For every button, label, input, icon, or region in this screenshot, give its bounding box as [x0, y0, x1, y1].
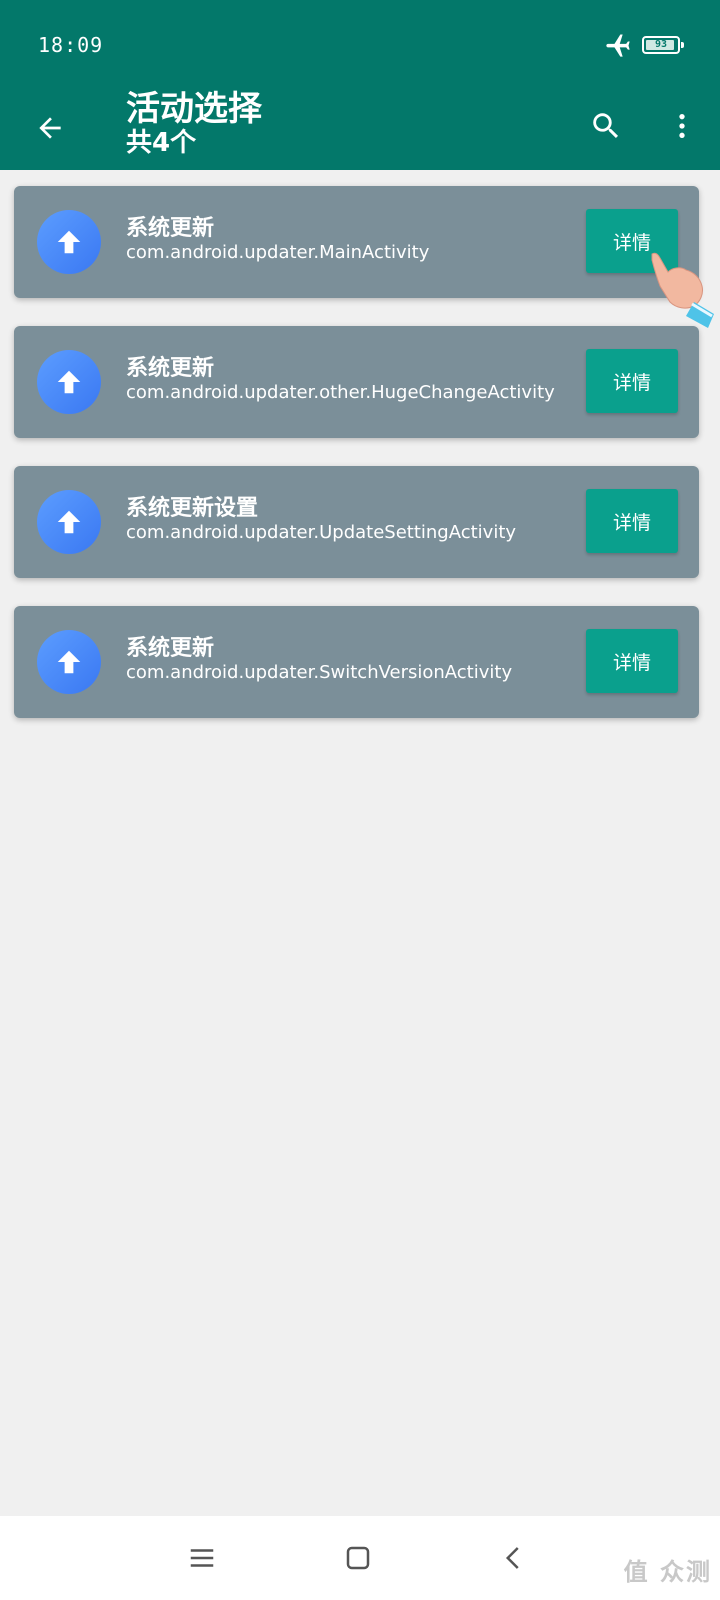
navigation-bar: 值 众测 [0, 1516, 720, 1600]
arrow-left-icon [39, 117, 61, 139]
back-chevron-icon [505, 1547, 519, 1569]
activity-card[interactable]: 系统更新 com.android.updater.MainActivity 详情 [14, 186, 699, 298]
nav-back-button[interactable] [486, 1530, 542, 1586]
pointing-hand-icon [651, 252, 714, 328]
page-title: 活动选择 [126, 89, 262, 129]
activity-card[interactable]: 系统更新 com.android.updater.other.HugeChang… [14, 326, 699, 438]
activity-component: com.android.updater.UpdateSettingActivit… [126, 522, 517, 543]
activity-text: 系统更新设置 com.android.updater.UpdateSetting… [126, 496, 566, 544]
menu-icon [190, 1549, 214, 1567]
activity-card[interactable]: 系统更新 com.android.updater.SwitchVersionAc… [14, 606, 699, 718]
battery-level: 93 [654, 39, 668, 50]
arrow-up-icon [57, 370, 81, 394]
app-bar: 活动选择 共4个 [0, 90, 720, 170]
activity-text: 系统更新 com.android.updater.MainActivity [126, 216, 566, 264]
activity-icon [37, 210, 101, 274]
home-button[interactable] [330, 1530, 386, 1586]
battery-icon: 93 [642, 36, 684, 54]
home-square-icon [346, 1546, 370, 1570]
details-button[interactable]: 详情 [586, 349, 678, 413]
activity-component: com.android.updater.MainActivity [126, 242, 430, 263]
activity-card[interactable]: 系统更新设置 com.android.updater.UpdateSetting… [14, 466, 699, 578]
activity-title: 系统更新 [126, 636, 215, 661]
menu-button[interactable] [174, 1530, 230, 1586]
activity-component: com.android.updater.other.HugeChangeActi… [126, 382, 555, 403]
title-group: 活动选择 共4个 [126, 90, 262, 158]
more-options-button[interactable] [654, 98, 710, 154]
arrow-up-icon [57, 650, 81, 674]
back-button[interactable] [22, 100, 78, 156]
more-vertical-icon [679, 114, 685, 138]
activity-title: 系统更新设置 [126, 496, 259, 521]
activity-title: 系统更新 [126, 216, 215, 241]
activity-title: 系统更新 [126, 356, 215, 381]
activity-icon [37, 630, 101, 694]
activity-text: 系统更新 com.android.updater.other.HugeChang… [126, 356, 566, 404]
page-subtitle: 共4个 [126, 128, 197, 158]
details-button[interactable]: 详情 [586, 629, 678, 693]
watermark: 值 众测 [623, 1558, 712, 1586]
details-button[interactable]: 详情 [586, 489, 678, 553]
activity-icon [37, 490, 101, 554]
status-icons: 93 [604, 30, 684, 60]
activity-icon [37, 350, 101, 414]
status-bar: 18:09 93 [0, 0, 720, 90]
activity-text: 系统更新 com.android.updater.SwitchVersionAc… [126, 636, 566, 684]
activity-list: 系统更新 com.android.updater.MainActivity 详情… [14, 186, 699, 746]
status-time: 18:09 [38, 33, 104, 57]
airplane-icon [606, 34, 630, 57]
search-button[interactable] [578, 98, 634, 154]
activity-component: com.android.updater.SwitchVersionActivit… [126, 662, 513, 683]
arrow-up-icon [57, 510, 81, 534]
arrow-up-icon [57, 230, 81, 254]
search-icon [593, 113, 619, 139]
